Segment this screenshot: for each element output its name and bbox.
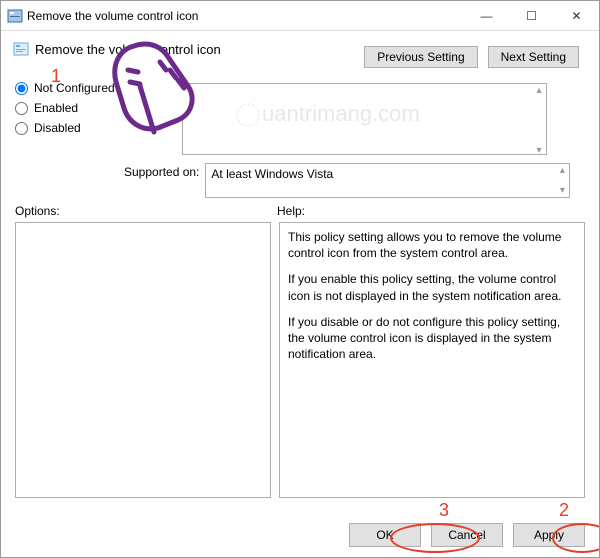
next-setting-button[interactable]: Next Setting	[488, 46, 579, 68]
radio-disabled-input[interactable]	[15, 122, 28, 135]
radio-enabled-label: Enabled	[34, 101, 78, 115]
cancel-button[interactable]: Cancel	[431, 523, 503, 547]
scroll-up-icon[interactable]: ▴	[533, 85, 545, 96]
supported-on-value: At least Windows Vista	[211, 167, 333, 181]
help-paragraph: This policy setting allows you to remove…	[288, 229, 576, 261]
close-button[interactable]: ✕	[554, 1, 599, 31]
lower-panel: Options: Help: This policy setting allow…	[1, 204, 599, 557]
titlebar: Remove the volume control icon — ☐ ✕	[1, 1, 599, 31]
footer-buttons: OK Cancel Apply	[349, 523, 585, 547]
scroll-up-icon[interactable]: ▴	[556, 165, 568, 176]
supported-row: Supported on: At least Windows Vista ▴ ▾	[124, 163, 570, 198]
minimize-button[interactable]: —	[464, 1, 509, 31]
options-box	[15, 222, 271, 498]
maximize-button[interactable]: ☐	[509, 1, 554, 31]
radio-not-configured-label: Not Configured	[34, 81, 115, 95]
header-title: Remove the volume control icon	[35, 42, 221, 57]
radio-disabled-label: Disabled	[34, 121, 81, 135]
previous-setting-button[interactable]: Previous Setting	[364, 46, 477, 68]
help-label: Help:	[277, 204, 585, 218]
dialog-window: Remove the volume control icon — ☐ ✕ Rem…	[0, 0, 600, 558]
help-box: This policy setting allows you to remove…	[279, 222, 585, 498]
policy-icon	[7, 8, 23, 24]
scroll-down-icon[interactable]: ▾	[556, 185, 568, 196]
options-label: Options:	[15, 204, 277, 218]
comment-label: ent:	[156, 85, 176, 99]
supported-on-box: At least Windows Vista	[205, 163, 570, 198]
comment-row: ent: ▴ ▾	[156, 83, 547, 158]
radio-not-configured-input[interactable]	[15, 82, 28, 95]
help-paragraph: If you disable or do not configure this …	[288, 314, 576, 363]
supported-label: Supported on:	[124, 165, 199, 179]
radio-enabled-input[interactable]	[15, 102, 28, 115]
comment-textarea[interactable]	[182, 83, 547, 155]
apply-button[interactable]: Apply	[513, 523, 585, 547]
window-title: Remove the volume control icon	[27, 9, 464, 23]
ok-button[interactable]: OK	[349, 523, 421, 547]
scroll-down-icon[interactable]: ▾	[533, 145, 545, 156]
help-paragraph: If you enable this policy setting, the v…	[288, 271, 576, 303]
policy-icon	[13, 41, 29, 57]
nav-buttons: Previous Setting Next Setting	[364, 46, 579, 68]
